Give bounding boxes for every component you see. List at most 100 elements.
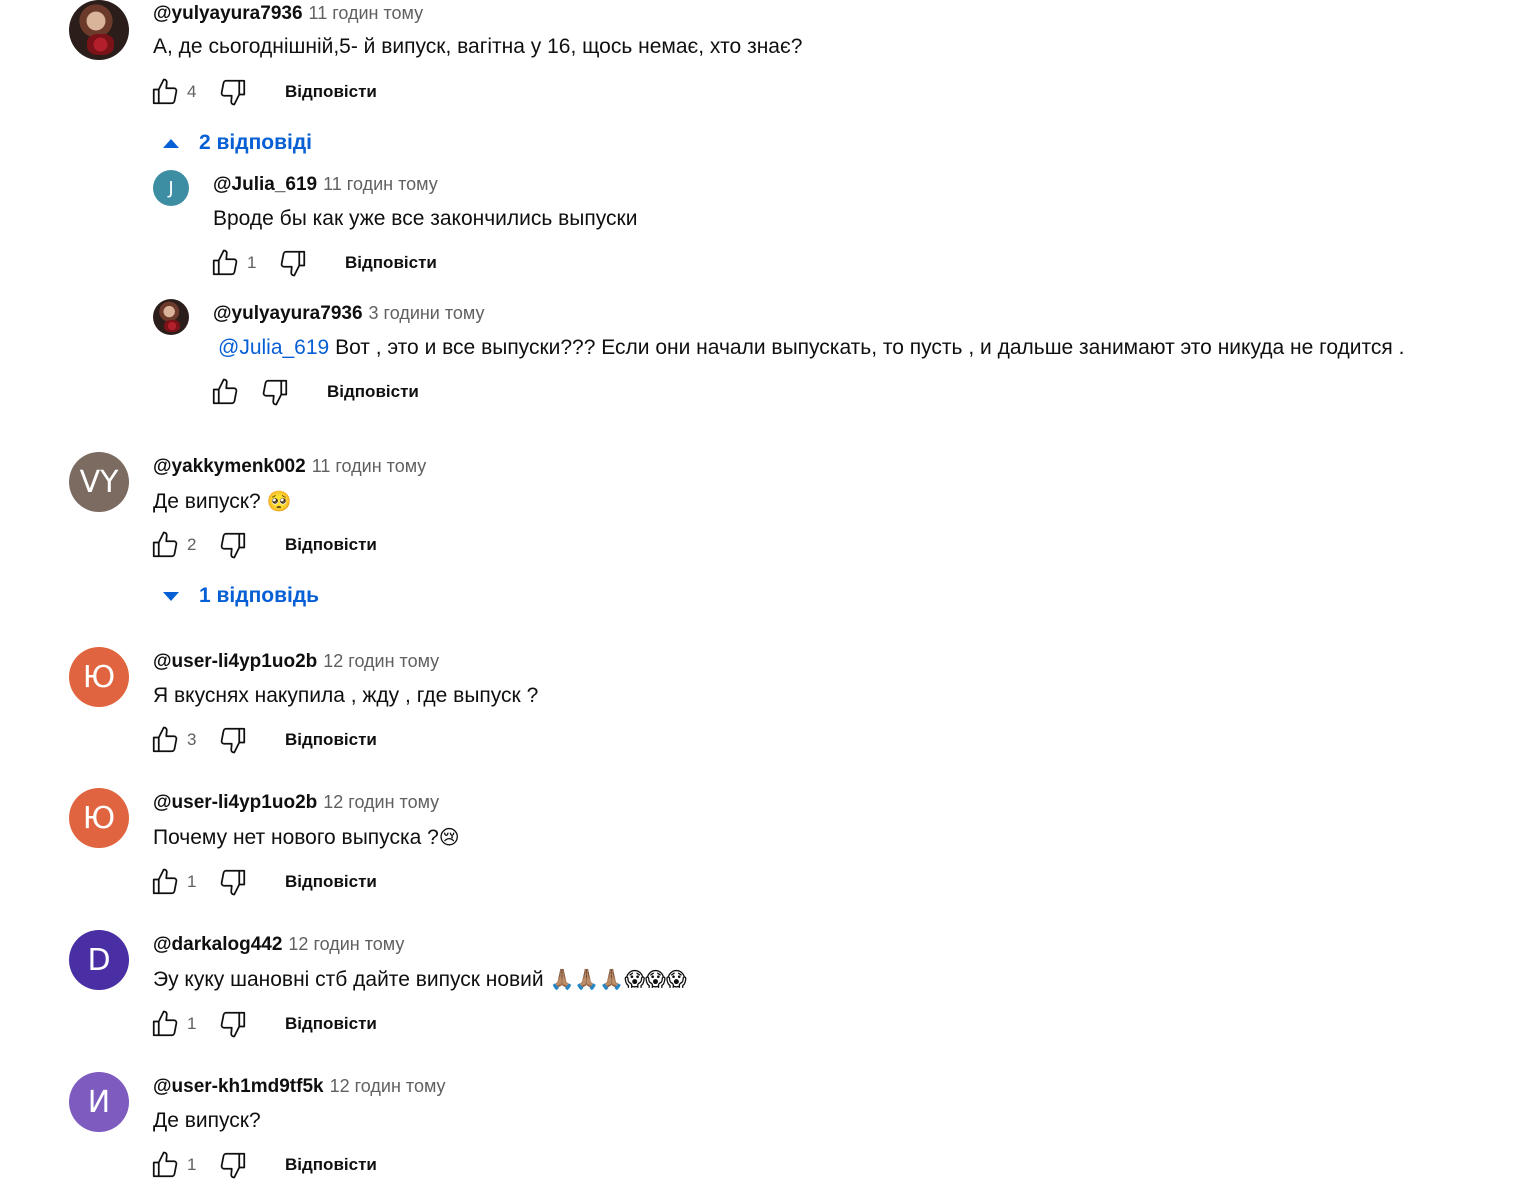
user-mention-link[interactable]: @Julia_619 [218, 336, 329, 359]
comment-author[interactable]: @yulyayura7936 [153, 3, 303, 24]
like-button[interactable] [149, 1149, 181, 1181]
dislike-button[interactable] [217, 1149, 249, 1181]
comment-text: Эу куку шановні стб дайте випуск новий 🙏… [153, 967, 687, 992]
reply-header: @Julia_619 11 годин тому [213, 174, 438, 196]
avatar[interactable]: VY [69, 452, 129, 512]
comment-text-body: Почему нет нового выпуска ? [153, 826, 439, 849]
prayer-and-scream-emojis: 🙏🏽🙏🏽🙏🏽😱😱😱 [549, 967, 687, 991]
reply-button[interactable]: Відповісти [285, 82, 377, 102]
comment-header: @user-li4yp1uo2b 12 годин тому [153, 792, 439, 814]
avatar[interactable] [69, 0, 129, 60]
replies-toggle[interactable]: 1 відповідь [163, 584, 319, 608]
avatar[interactable]: И [69, 1072, 129, 1132]
avatar[interactable]: D [69, 930, 129, 990]
like-count: 3 [187, 730, 197, 749]
thumbs-down-icon [220, 1152, 246, 1179]
like-count: 1 [187, 1014, 197, 1033]
comment-time[interactable]: 11 годин тому [312, 456, 427, 476]
comment-header: @yulyayura7936 11 годин тому [153, 3, 423, 25]
comment-text: Де випуск? [153, 1109, 261, 1132]
like-button[interactable] [149, 76, 181, 108]
comment-text: А, де сьогоднішній,5- й випуск, вагітна … [153, 35, 803, 58]
comment-actions: 1 Відповісти [149, 1149, 377, 1181]
like-button[interactable] [149, 1008, 181, 1040]
comment-text: Я вкуснях накупила , жду , где выпуск ? [153, 684, 539, 707]
comment-actions: 3 Відповісти [149, 724, 377, 756]
reply-header: @yulyayura7936 3 години тому [213, 303, 485, 325]
reply-button[interactable]: Відповісти [285, 1155, 377, 1175]
pleading-face-emoji: 🥺 [266, 489, 292, 513]
comment-text: Де випуск? 🥺 [153, 489, 291, 514]
comment-text-body: Де випуск? [153, 490, 267, 513]
comment-author[interactable]: @user-li4yp1uo2b [153, 651, 317, 672]
dislike-button[interactable] [217, 76, 249, 108]
thumbs-up-icon [152, 868, 178, 895]
thumbs-up-icon [152, 1010, 178, 1037]
thumbs-up-icon [212, 249, 238, 276]
expand-arrow-icon [163, 591, 179, 601]
thumbs-up-icon [152, 78, 178, 105]
dislike-button[interactable] [259, 376, 291, 408]
comment-time[interactable]: 12 годин тому [330, 1076, 446, 1096]
reply-author[interactable]: @Julia_619 [213, 174, 317, 195]
avatar[interactable]: Ю [69, 788, 129, 848]
reply-time[interactable]: 11 годин тому [323, 174, 438, 194]
dislike-button[interactable] [277, 247, 309, 279]
replies-toggle-label: 2 відповіді [199, 131, 313, 154]
comment-author[interactable]: @yakkymenk002 [153, 456, 306, 477]
reply-button[interactable]: Відповісти [285, 535, 377, 555]
thumbs-up-icon [152, 726, 178, 753]
like-count: 2 [187, 535, 197, 554]
reply-button[interactable]: Відповісти [285, 730, 377, 750]
dislike-button[interactable] [217, 529, 249, 561]
comment-header: @user-kh1md9tf5k 12 годин тому [153, 1076, 446, 1098]
like-button[interactable] [209, 376, 241, 408]
collapse-arrow-icon [163, 138, 179, 148]
like-button[interactable] [149, 529, 181, 561]
thumbs-down-icon [220, 1011, 246, 1038]
thumbs-down-icon [220, 79, 246, 106]
thumbs-up-icon [152, 1151, 178, 1178]
avatar[interactable] [153, 299, 189, 335]
comment-author[interactable]: @darkalog442 [153, 934, 282, 955]
thumbs-up-icon [152, 531, 178, 558]
replies-toggle[interactable]: 2 відповіді [163, 131, 312, 155]
thumbs-down-icon [262, 379, 288, 406]
dislike-button[interactable] [217, 1008, 249, 1040]
reply-button[interactable]: Відповісти [345, 253, 437, 273]
comment-text: Почему нет нового выпуска ?😢 [153, 825, 460, 850]
reply-text: Вроде бы как уже все закончились выпуски [213, 207, 638, 230]
like-count: 1 [187, 1155, 197, 1174]
comment-actions: 1 Відповісти [149, 866, 377, 898]
comment-author[interactable]: @user-li4yp1uo2b [153, 792, 317, 813]
reply-button[interactable]: Відповісти [285, 872, 377, 892]
comment-time[interactable]: 12 годин тому [288, 934, 404, 954]
comment-time[interactable]: 11 годин тому [309, 3, 424, 23]
comment-header: @user-li4yp1uo2b 12 годин тому [153, 651, 439, 673]
like-button[interactable] [209, 247, 241, 279]
comment-author[interactable]: @user-kh1md9tf5k [153, 1076, 324, 1097]
like-button[interactable] [149, 866, 181, 898]
dislike-button[interactable] [217, 724, 249, 756]
comment-header: @darkalog442 12 годин тому [153, 934, 404, 956]
comment-header: @yakkymenk002 11 годин тому [153, 456, 426, 478]
like-count: 1 [247, 253, 257, 272]
like-count: 4 [187, 82, 197, 101]
avatar[interactable]: Ю [69, 647, 129, 707]
avatar[interactable]: J [153, 170, 189, 206]
reply-button[interactable]: Відповісти [327, 382, 419, 402]
comment-actions: 4 Відповісти [149, 76, 377, 108]
comment-actions: 2 Відповісти [149, 529, 377, 561]
reply-actions: 1 Відповісти [209, 247, 437, 279]
comment-text-body: Эу куку шановні стб дайте випуск новий [153, 968, 550, 991]
reply-author[interactable]: @yulyayura7936 [213, 303, 363, 324]
reply-time[interactable]: 3 години тому [369, 303, 485, 323]
comment-time[interactable]: 12 годин тому [323, 651, 439, 671]
like-button[interactable] [149, 724, 181, 756]
comment-time[interactable]: 12 годин тому [323, 792, 439, 812]
thumbs-down-icon [280, 250, 306, 277]
reply-button[interactable]: Відповісти [285, 1014, 377, 1034]
comment-actions: 1 Відповісти [149, 1008, 377, 1040]
dislike-button[interactable] [217, 866, 249, 898]
thumbs-up-icon [212, 378, 238, 405]
